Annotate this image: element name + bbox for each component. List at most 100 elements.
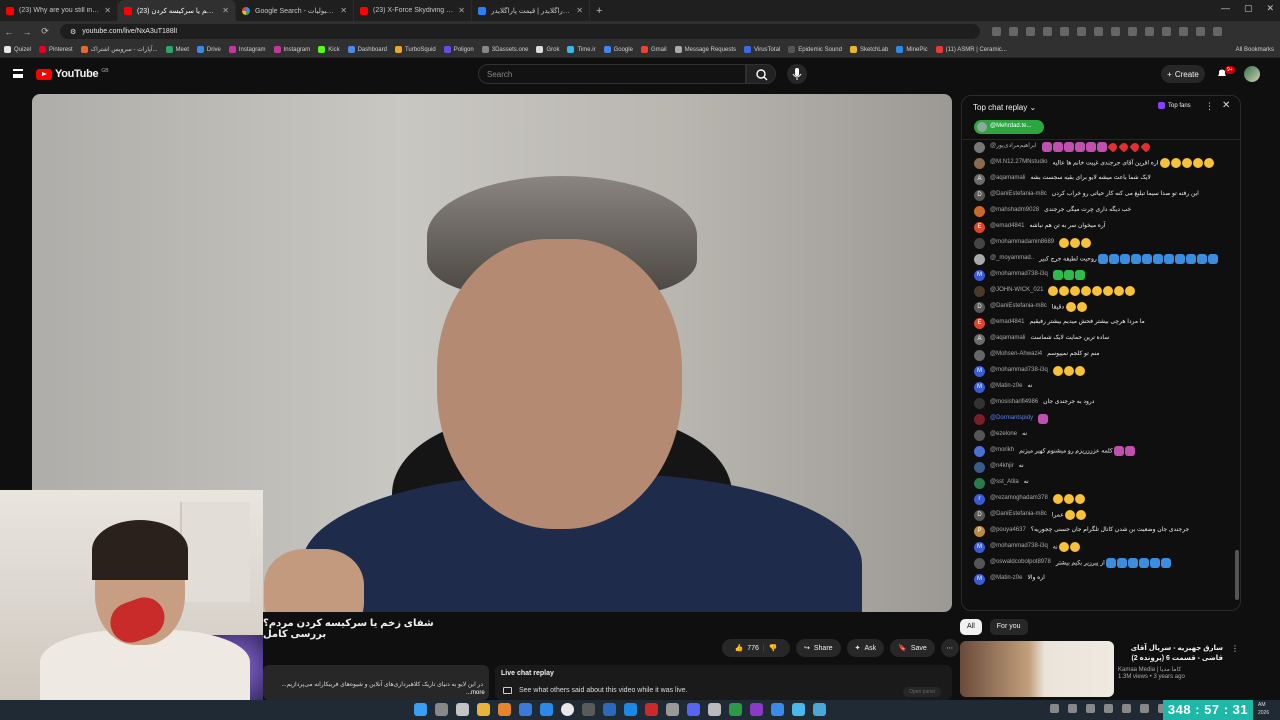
bookmark-item[interactable]: Poligon bbox=[443, 46, 474, 53]
chat-author[interactable]: @DaniEstefania-m8c bbox=[990, 190, 1047, 199]
chat-avatar[interactable]: M bbox=[974, 270, 985, 281]
bookmark-item[interactable]: Time.ir bbox=[567, 46, 596, 53]
chat-avatar[interactable] bbox=[974, 254, 985, 265]
close-icon[interactable]: ✕ bbox=[222, 6, 229, 15]
search-button[interactable] bbox=[746, 64, 776, 84]
chat-avatar[interactable] bbox=[974, 558, 985, 569]
bookmark-item[interactable]: Meet bbox=[165, 46, 189, 53]
chat-author[interactable]: @rezamoghadam378 bbox=[990, 494, 1048, 503]
extension-icon[interactable] bbox=[1077, 27, 1086, 36]
steam-icon[interactable] bbox=[603, 703, 616, 716]
extension-icon[interactable] bbox=[1196, 27, 1205, 36]
chat-author[interactable]: @n4khjir bbox=[990, 462, 1014, 471]
chat-avatar[interactable] bbox=[974, 446, 985, 457]
forward-icon[interactable]: → bbox=[18, 27, 36, 37]
bookmark-item[interactable]: Grok bbox=[536, 46, 559, 53]
chat-author[interactable]: @morikh bbox=[990, 446, 1014, 455]
chat-author[interactable]: @pouya4637 bbox=[990, 526, 1026, 535]
app-icon[interactable] bbox=[666, 703, 679, 716]
chat-message[interactable]: M @Matin-z0e نه bbox=[962, 380, 1234, 396]
chat-avatar[interactable]: D bbox=[974, 302, 985, 313]
scroll-thumb[interactable] bbox=[1235, 550, 1239, 600]
bookmark-item[interactable]: SketchLab bbox=[849, 46, 888, 53]
chat-avatar[interactable] bbox=[974, 414, 985, 425]
recommended-thumbnail[interactable] bbox=[960, 641, 1114, 697]
reload-icon[interactable]: ⟳ bbox=[36, 26, 54, 37]
chat-author[interactable]: @Matin-z0e bbox=[990, 574, 1022, 583]
recommended-channel[interactable]: Kamaa Media | کاما مدیا bbox=[1118, 666, 1181, 673]
chat-author[interactable]: @mosisharifi4986 bbox=[990, 398, 1038, 407]
app-icon[interactable] bbox=[750, 703, 763, 716]
chat-avatar[interactable] bbox=[974, 478, 985, 489]
bookmark-item[interactable]: Message Requests bbox=[674, 46, 736, 53]
chat-avatar[interactable] bbox=[974, 462, 985, 473]
extension-icon[interactable] bbox=[1162, 27, 1171, 36]
chat-avatar[interactable] bbox=[974, 398, 985, 409]
extension-icon[interactable] bbox=[1179, 27, 1188, 36]
bookmark-item[interactable]: 3Dassets.one bbox=[481, 46, 528, 53]
tray-icon[interactable] bbox=[1122, 704, 1131, 713]
create-button[interactable]: + Create bbox=[1161, 65, 1205, 83]
chat-avatar[interactable]: E bbox=[974, 318, 985, 329]
close-chat-icon[interactable]: ✕ bbox=[1222, 100, 1230, 111]
chat-avatar[interactable]: r bbox=[974, 494, 985, 505]
chat-message[interactable]: M @mohammad738-i3q bbox=[962, 364, 1234, 380]
chat-message[interactable]: D @DaniEstefania-m8c این رفته تو صدا سیما … bbox=[962, 188, 1234, 204]
chat-more-icon[interactable]: ⋮ bbox=[1205, 101, 1214, 112]
chrome-icon[interactable] bbox=[561, 703, 574, 716]
browser-tab-active[interactable]: (23) شفای زخم یا سرکیسه کردن... ✕ bbox=[118, 0, 236, 21]
share-button[interactable]: ↪ Share bbox=[796, 639, 841, 657]
tray-icon[interactable] bbox=[1104, 704, 1113, 713]
app-icon[interactable] bbox=[645, 703, 658, 716]
extension-icon[interactable] bbox=[1128, 27, 1137, 36]
chat-author[interactable]: @Mohsen-Ahwazi4 bbox=[990, 350, 1042, 359]
close-icon[interactable]: ✕ bbox=[458, 6, 465, 15]
chat-avatar[interactable] bbox=[974, 158, 985, 169]
chat-message[interactable]: M @mohammad738-i3q نه bbox=[962, 540, 1234, 556]
top-fans-button[interactable]: Top fans bbox=[1158, 102, 1191, 109]
app-icon[interactable] bbox=[813, 703, 826, 716]
chat-author[interactable]: @sst_Atila bbox=[990, 478, 1019, 487]
bookmark-item[interactable]: Gmail bbox=[640, 46, 667, 53]
chat-avatar[interactable]: E bbox=[974, 222, 985, 233]
chat-avatar[interactable] bbox=[974, 286, 985, 297]
chat-avatar[interactable]: M bbox=[974, 366, 985, 377]
settings-icon[interactable] bbox=[708, 703, 721, 716]
chat-author[interactable]: @M.N12.27MNstudio bbox=[990, 158, 1047, 167]
extension-icon[interactable] bbox=[1009, 27, 1018, 36]
app-icon[interactable] bbox=[729, 703, 742, 716]
voice-search-button[interactable] bbox=[787, 64, 807, 84]
chat-avatar[interactable]: P bbox=[974, 526, 985, 537]
bookmark-item[interactable]: Epidemic Sound bbox=[788, 46, 842, 53]
tray-icon[interactable] bbox=[1068, 704, 1077, 713]
chat-author[interactable]: @emad4841 bbox=[990, 222, 1024, 231]
extension-icon[interactable] bbox=[1026, 27, 1035, 36]
browser-tab[interactable]: Google Search - میزان قبولیات ✕ bbox=[236, 0, 354, 21]
chip-all[interactable]: All bbox=[960, 619, 982, 635]
chat-avatar[interactable] bbox=[974, 430, 985, 441]
close-icon[interactable]: ✕ bbox=[340, 6, 347, 15]
recommended-more-icon[interactable]: ⋮ bbox=[1231, 644, 1239, 653]
recommended-video[interactable]: سارق جهیزیه - سریال آقای قاضی - قسمت 6 (… bbox=[960, 641, 1240, 701]
save-button[interactable]: 🔖 Save bbox=[890, 639, 935, 657]
chat-message[interactable]: @ابراهیم‌مرادی‌پور bbox=[962, 140, 1234, 156]
tray-icon[interactable] bbox=[1086, 704, 1095, 713]
minimize-icon[interactable]: — bbox=[1221, 3, 1230, 14]
bookmark-item[interactable]: Instagram bbox=[228, 46, 266, 53]
bookmark-item[interactable]: آپارات - سرویس اشتراک... bbox=[80, 46, 158, 53]
chat-avatar[interactable]: D bbox=[974, 510, 985, 521]
tray-icon[interactable] bbox=[1140, 704, 1149, 713]
chat-author[interactable]: @_moyammad.. bbox=[990, 254, 1034, 263]
chat-avatar[interactable]: M bbox=[974, 542, 985, 553]
chip-for-you[interactable]: For you bbox=[989, 619, 1028, 635]
chat-message[interactable]: @n4khjir نه bbox=[962, 460, 1234, 476]
chat-author[interactable]: @Matin-z0e bbox=[990, 382, 1022, 391]
chat-author[interactable]: @oswaldcobolpot8978 bbox=[990, 558, 1051, 567]
chat-avatar[interactable] bbox=[974, 238, 985, 249]
chat-avatar[interactable] bbox=[974, 350, 985, 361]
chat-author[interactable]: @JOHN-WICK_021 bbox=[990, 286, 1043, 295]
ask-button[interactable]: ✦ Ask bbox=[846, 639, 885, 657]
search-input[interactable]: Search bbox=[478, 64, 746, 84]
chat-message[interactable]: @sst_Atila نه bbox=[962, 476, 1234, 492]
chat-avatar[interactable]: A bbox=[974, 334, 985, 345]
